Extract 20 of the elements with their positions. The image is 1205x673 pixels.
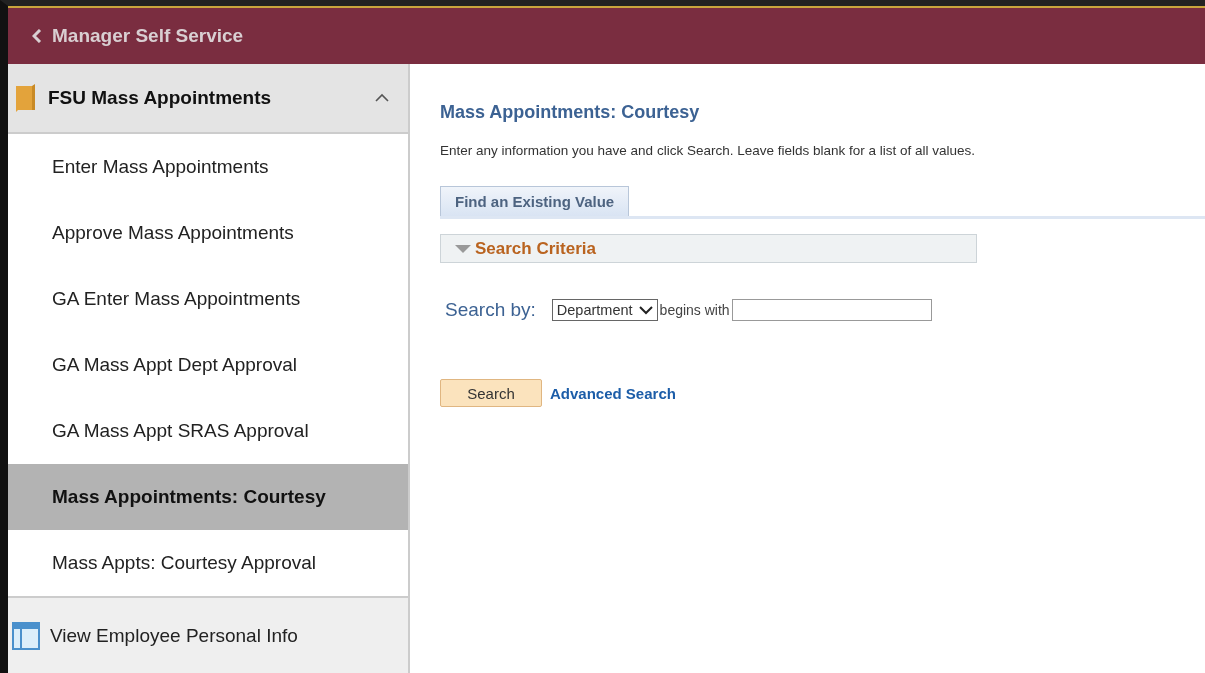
operator-label: begins with [659, 302, 730, 318]
search-button[interactable]: Search [440, 379, 542, 407]
menu-item[interactable]: View Employee Personal Info [8, 596, 408, 673]
chevron-icon[interactable] [374, 93, 390, 103]
field-label: Search by: [445, 299, 536, 321]
menu-group-header[interactable]: FSU Mass Appointments [8, 64, 408, 134]
page-title: Mass Appointments: Courtesy [440, 102, 701, 123]
chevron-left-icon [32, 29, 42, 43]
group-label: FSU Mass Appointments [48, 87, 273, 109]
instructions-text: Enter any information you have and click Search. Leave fields blank for a list of all values. [440, 143, 977, 158]
dropdown[interactable]: Department [551, 299, 658, 321]
folder-icon [14, 83, 36, 113]
tab[interactable]: Find an Existing Value [440, 186, 630, 216]
section-title: Search Criteria [475, 238, 596, 259]
menu-item[interactable]: Mass Appointments: Courtesy [8, 464, 408, 530]
window-icon [12, 621, 40, 650]
advanced-search-link[interactable]: Advanced Search [550, 384, 676, 402]
back-button[interactable]: Manager Self Service [32, 25, 244, 47]
section-header[interactable]: Search Criteria [440, 234, 977, 263]
input-field[interactable] [731, 299, 932, 321]
